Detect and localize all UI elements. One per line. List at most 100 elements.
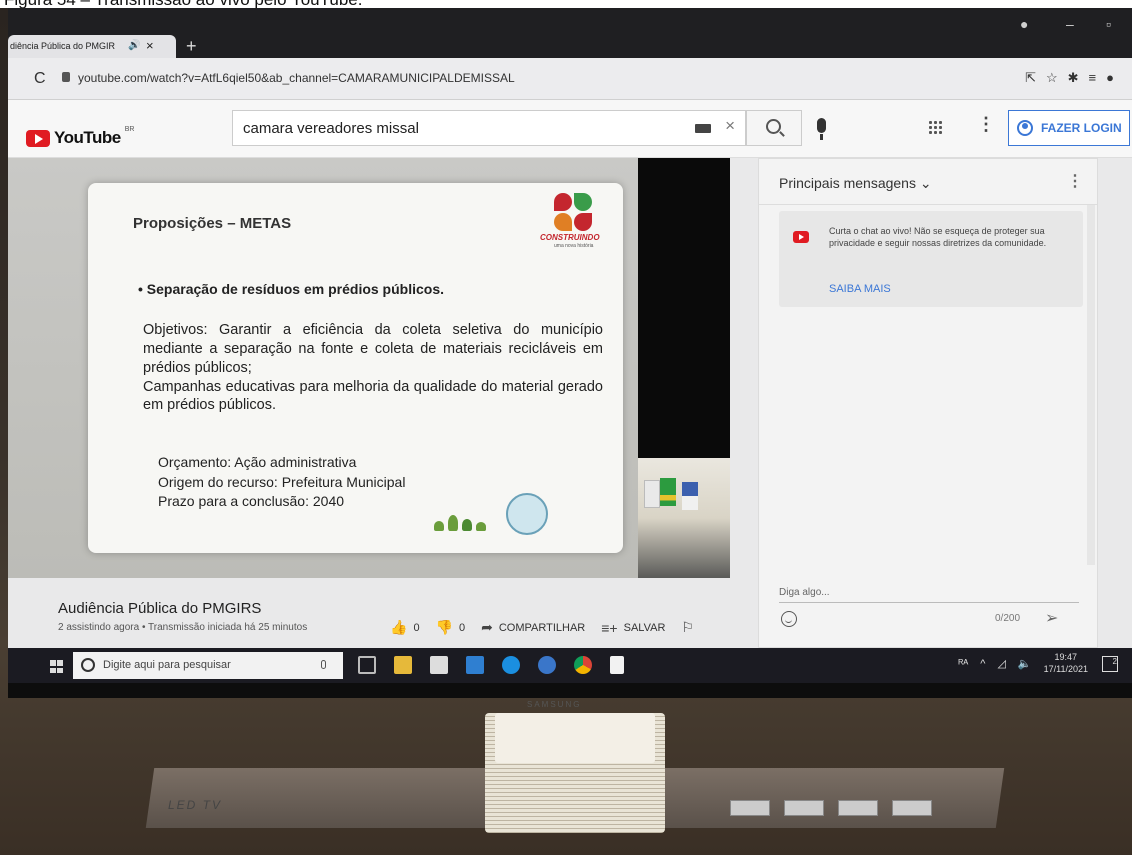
tree-4 [476,522,486,531]
app-icon[interactable] [538,656,556,674]
minimize-icon[interactable]: – [1066,16,1074,32]
logo-subtext: uma nova história [554,243,594,249]
camera-feed [638,458,730,578]
document-icon[interactable] [610,656,624,674]
people-icon[interactable]: ᴿᴬ [958,658,968,670]
youtube-header: YouTube BR camara vereadores missal × ⋮ … [8,100,1132,158]
slide-body: Objetivos: Garantir a eficiência da cole… [143,321,603,415]
chat-title-text: Principais mensagens [779,175,916,191]
browser-toolbar-icons[interactable]: ⇱☆✱≡● [1025,70,1124,86]
youtube-icon [793,231,809,243]
apps-grid-icon[interactable] [928,120,942,134]
speaker-icon[interactable]: 🔊 [128,40,140,51]
chat-menu-icon[interactable]: ⋮ [1067,171,1083,191]
task-view-icon[interactable] [358,656,376,674]
search-button[interactable] [746,110,802,146]
search-box[interactable]: camara vereadores missal × [232,110,746,146]
new-tab-icon[interactable]: + [186,36,197,57]
chat-scrollbar[interactable] [1087,205,1095,565]
taskbar-search-input[interactable]: Digite aqui para pesquisar [103,659,231,671]
construindo-logo: CONSTRUINDO uma nova história [540,193,610,253]
close-tab-icon[interactable]: × [146,38,154,53]
video-player[interactable]: Proposições – METAS CONSTRUINDO uma nova… [8,158,730,578]
store-icon[interactable] [430,656,448,674]
region-code: BR [124,125,135,133]
notification-icon[interactable]: 2 [1102,655,1118,672]
clear-search-icon[interactable]: × [725,116,735,136]
restore-icon[interactable]: ▫ [1106,16,1111,32]
report-button[interactable]: ⚐ [681,619,700,636]
figure-caption: Figura 54 – Transmissão ao vivo pelo You… [0,0,1132,8]
account-icon [1017,120,1033,136]
taskbar-mic-icon[interactable] [321,660,326,669]
volume-icon[interactable]: 🔈 [1018,657,1032,670]
emoji-icon[interactable] [781,611,797,627]
slide-deadline: Prazo para a conclusão: 2040 [158,493,345,510]
share-icon: ➦ [481,619,493,635]
slide-bullet: • Separação de resíduos em prédios públi… [138,281,445,297]
system-tray: ᴿᴬ ^ ◿ 🔈 19:47 17/11/2021 2 [958,652,1118,675]
logo-leaf-orange [554,213,572,231]
like-button[interactable]: 👍 0 [390,619,420,636]
chat-header: Principais mensagens ⌄ ⋮ [759,159,1097,205]
lock-icon[interactable] [62,72,70,82]
keyboard-icon[interactable] [695,124,711,133]
tree-3 [462,519,472,531]
stand-stickers [730,800,946,816]
flag-state [682,482,698,510]
file-explorer-icon[interactable] [394,656,412,674]
sticker-2 [784,800,824,816]
chrome-icon[interactable] [574,656,592,674]
flag-city [644,480,660,508]
dislike-button[interactable]: 👎 0 [436,619,466,636]
sticker-4 [892,800,932,816]
save-button[interactable]: ≡+ SALVAR [601,620,665,636]
like-count: 0 [413,621,420,634]
dislike-count: 0 [459,621,466,634]
microphone-icon[interactable] [817,118,826,140]
learn-more-link[interactable]: SAIBA MAIS [829,283,891,295]
share-button[interactable]: ➦ COMPARTILHAR [481,619,585,636]
login-button[interactable]: FAZER LOGIN [1008,110,1130,146]
edge-icon[interactable] [502,656,520,674]
network-icon[interactable]: ◿ [997,657,1005,670]
chat-filter-dropdown[interactable]: Principais mensagens ⌄ [779,175,932,192]
thumbs-down-icon: 👎 [435,619,453,635]
youtube-logo[interactable]: YouTube BR [26,125,135,148]
chevron-up-icon[interactable]: ^ [980,658,985,670]
chat-input[interactable]: Diga algo... [779,587,830,598]
share-label: COMPARTILHAR [498,621,586,634]
mail-icon[interactable] [466,656,484,674]
sticker-1 [730,800,770,816]
slide-budget: Orçamento: Ação administrativa [158,454,357,470]
slide-background: Proposições – METAS CONSTRUINDO uma nova… [8,158,638,578]
send-icon[interactable]: ➢ [1045,608,1058,628]
reload-icon[interactable]: C [34,70,46,88]
char-counter: 0/200 [995,613,1021,624]
windows-start-icon[interactable] [50,660,63,673]
windows-taskbar: Digite aqui para pesquisar ᴿᴬ ^ ◿ 🔈 19:4… [8,648,1132,683]
presentation-slide: Proposições – METAS CONSTRUINDO uma nova… [88,183,623,553]
settings-menu-icon[interactable]: ⋮ [977,114,995,135]
playlist-add-icon: ≡+ [601,619,618,636]
taskbar-search[interactable]: Digite aqui para pesquisar [73,652,343,679]
photo-scene: diência Pública do PMGIR 🔊 × + ● – ▫ C y… [0,8,1132,855]
screen: diência Pública do PMGIR 🔊 × + ● – ▫ C y… [8,8,1132,683]
slide-campaigns: Campanhas educativas para melhoria da qu… [143,378,603,414]
video-title: Audiência Pública do PMGIRS [58,600,262,617]
url-field[interactable]: youtube.com/watch?v=AtfL6qiel50&ab_chann… [78,71,515,85]
flag-brazil [660,478,676,506]
search-input[interactable]: camara vereadores missal [243,120,419,137]
search-icon [766,119,781,134]
logo-leaf-red-2 [574,213,592,231]
notification-count: 2 [1112,656,1117,666]
monitor: diência Pública do PMGIR 🔊 × + ● – ▫ C y… [8,8,1132,698]
clock[interactable]: 19:47 17/11/2021 [1044,652,1088,675]
slide-objectives: Objetivos: Garantir a eficiência da cole… [143,322,603,376]
browser-tab[interactable]: diência Pública do PMGIR 🔊 × [8,35,176,58]
youtube-play-icon [26,129,50,147]
address-bar: C youtube.com/watch?v=AtfL6qiel50&ab_cha… [8,58,1132,100]
live-chat: Principais mensagens ⌄ ⋮ Curta o chat ao… [758,158,1098,648]
tree-1 [434,521,444,531]
profile-icon[interactable]: ● [1020,16,1028,32]
